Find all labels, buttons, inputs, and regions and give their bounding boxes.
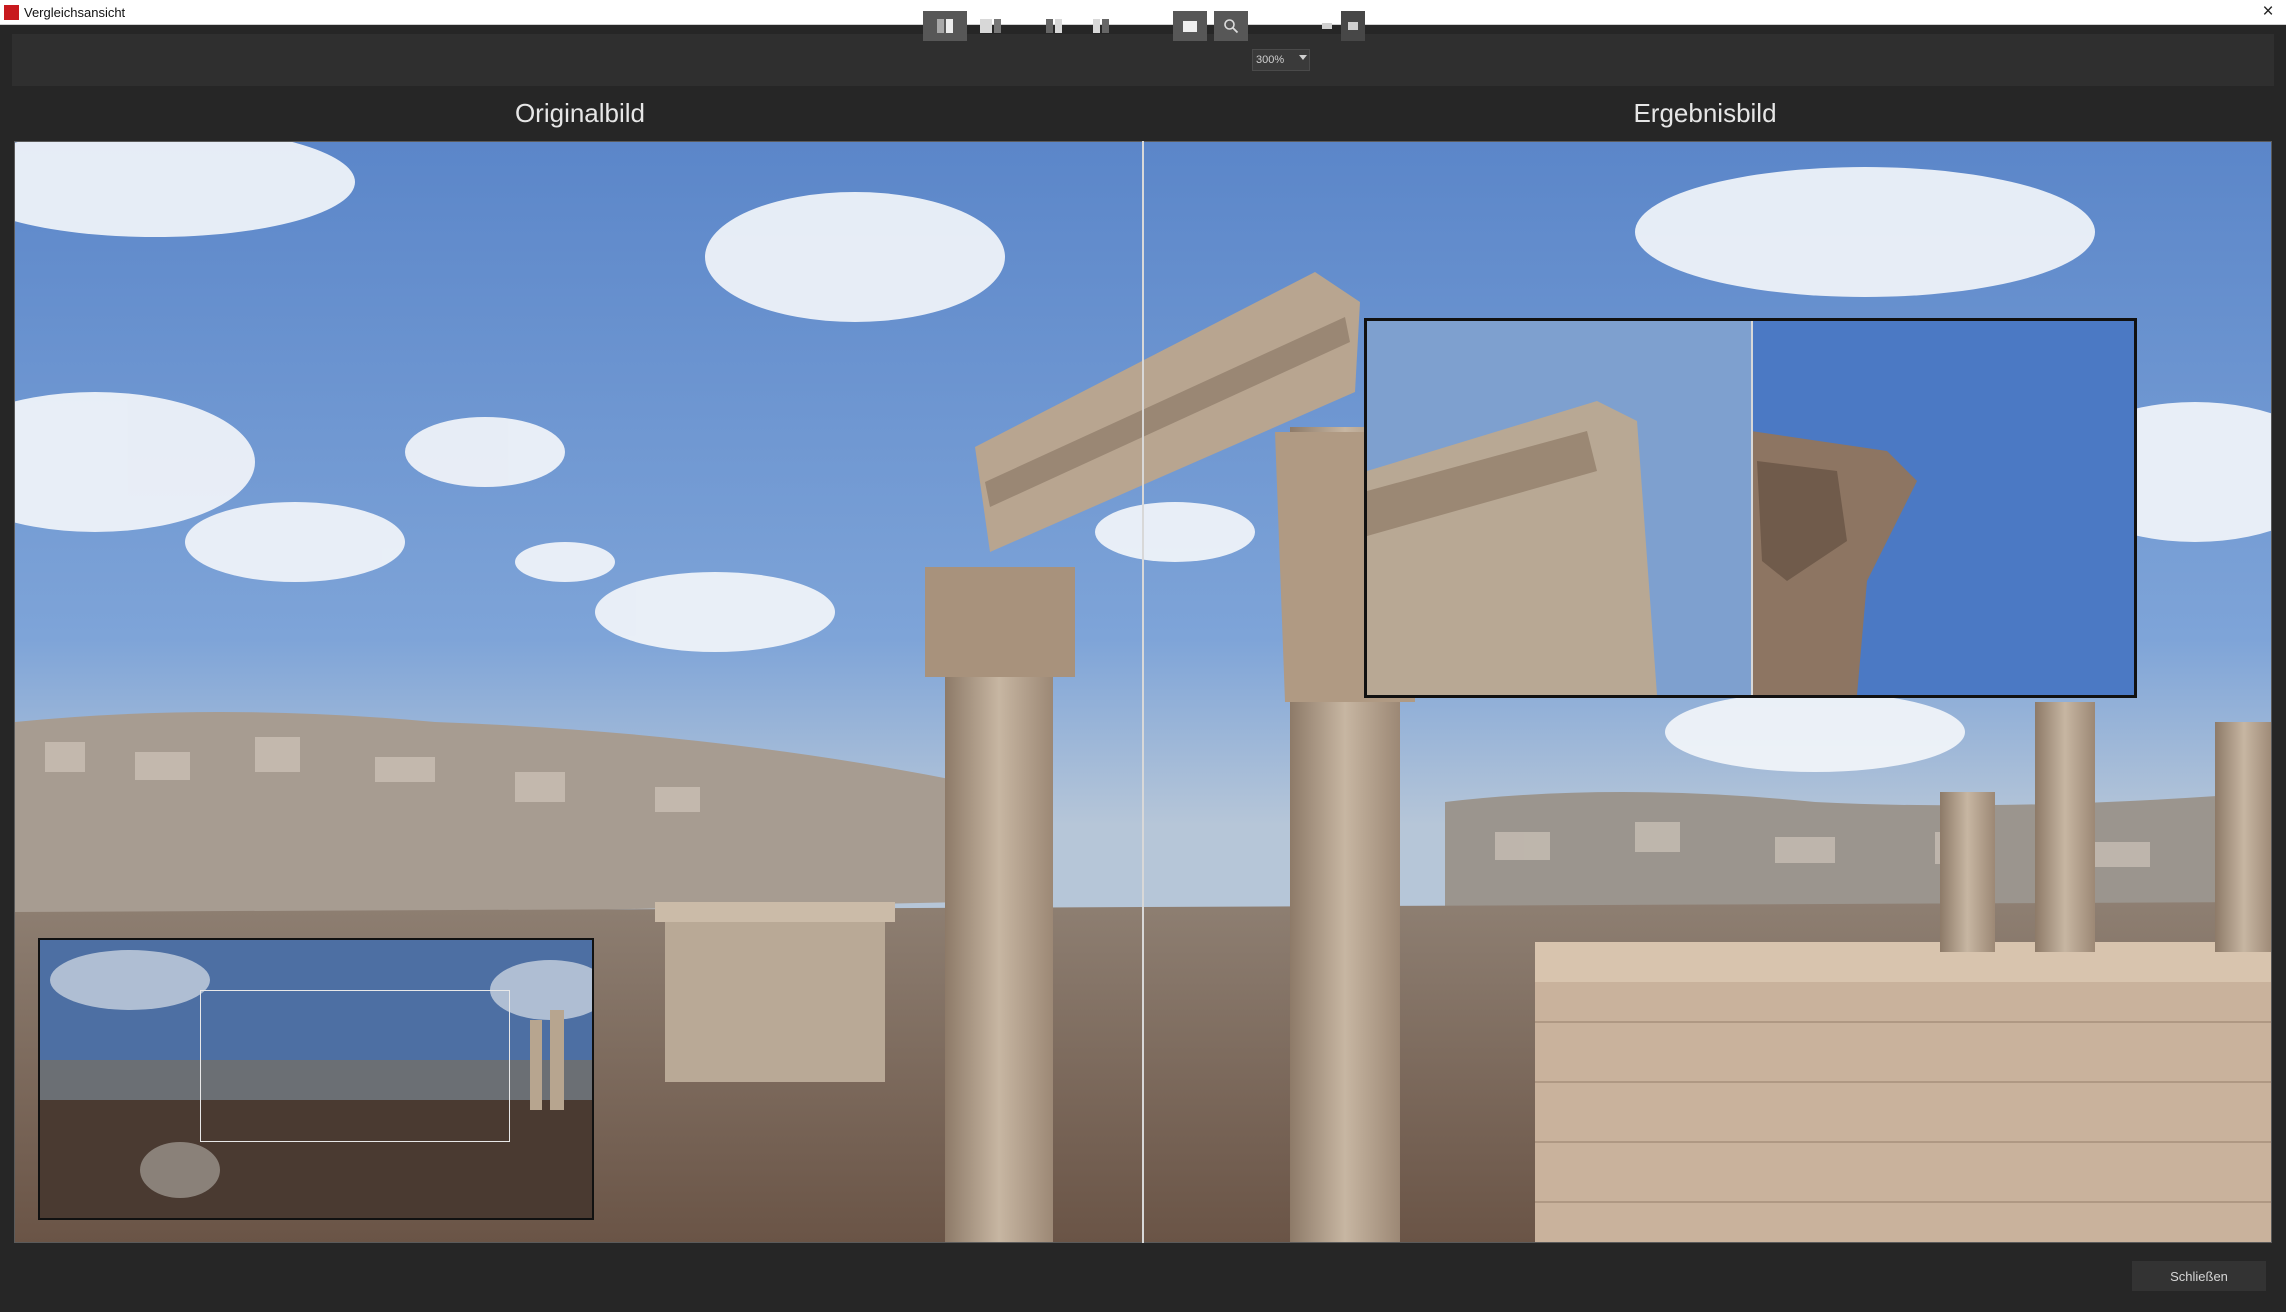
split-view-button[interactable] (923, 11, 967, 41)
navigator-overview[interactable] (38, 938, 594, 1220)
window-titlebar: Vergleichsansicht × (0, 0, 2286, 25)
zoom-level-select[interactable]: 300% (1252, 49, 1310, 71)
chevron-down-icon[interactable] (1299, 55, 1307, 60)
window-title: Vergleichsansicht (24, 5, 126, 20)
window-close-icon[interactable]: × (2256, 1, 2280, 23)
split-right-icon (1093, 19, 1109, 33)
comparison-split-divider[interactable] (1142, 141, 1144, 1243)
split-view-icon (937, 19, 953, 33)
split-left-icon (1046, 19, 1062, 33)
close-button[interactable]: Schließen (2132, 1261, 2266, 1291)
navigator-viewport-frame[interactable] (200, 990, 510, 1142)
single-view-icon (979, 19, 1001, 33)
app-icon (4, 5, 19, 20)
result-image-title: Ergebnisbild (1633, 98, 1777, 128)
split-right-button[interactable] (1081, 11, 1121, 41)
fit-button[interactable] (1316, 11, 1338, 41)
navigator-icon (1183, 20, 1197, 32)
single-view-button[interactable] (970, 11, 1010, 41)
magnifier-icon (1224, 19, 1239, 34)
loupe-magnifier[interactable] (1364, 318, 2137, 698)
fit-icon (1322, 23, 1332, 29)
loupe-split-divider (1751, 321, 1753, 695)
fullsize-button[interactable] (1341, 11, 1365, 41)
loupe-toggle-button[interactable] (1214, 11, 1248, 41)
toolbar (12, 34, 2274, 86)
navigator-toggle-button[interactable] (1173, 11, 1207, 41)
original-image-title: Originalbild (514, 98, 646, 128)
fullsize-icon (1348, 22, 1358, 30)
split-left-button[interactable] (1034, 11, 1074, 41)
